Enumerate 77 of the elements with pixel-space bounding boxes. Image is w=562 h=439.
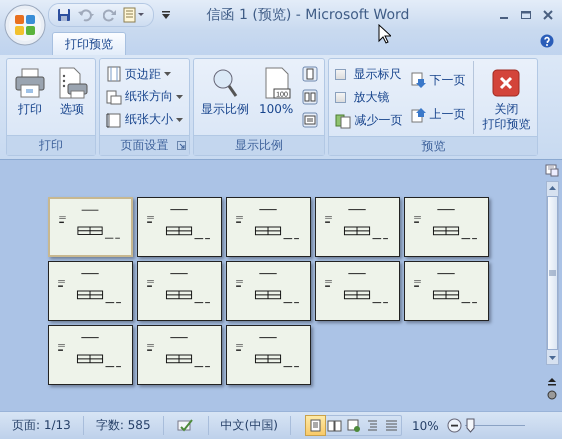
save-icon[interactable] [57, 8, 71, 22]
one-page-icon [302, 66, 318, 82]
dropdown-caret-icon [164, 72, 171, 76]
page-thumbnail[interactable] [137, 197, 222, 257]
lines-icon [384, 418, 399, 433]
dropdown-caret-icon [176, 118, 183, 122]
two-pages-button[interactable] [300, 88, 320, 106]
group-label: 显示比例 [235, 137, 284, 154]
scroll-thumb[interactable] [546, 196, 558, 350]
ribbon-button[interactable]: 显示比例 [198, 61, 252, 133]
pages-icon [106, 88, 122, 105]
page-thumbnail[interactable] [315, 197, 400, 257]
group-label: 预览 [421, 138, 446, 154]
page-thumbnail[interactable] [48, 325, 133, 385]
zoom-out-button[interactable] [446, 418, 462, 433]
ribbon-button[interactable]: 纸张方向 [104, 87, 185, 106]
ribbon-button[interactable]: 下一页 [408, 70, 468, 90]
ribbon-button[interactable]: 减少一页 [333, 111, 404, 130]
one-page-button[interactable] [300, 65, 320, 84]
office-logo-button[interactable] [4, 4, 46, 46]
word-count[interactable]: 字数: 585 [84, 416, 164, 435]
page-thumbnail[interactable] [48, 261, 133, 321]
checkbox[interactable]: 放大镜 [333, 88, 404, 107]
grip-icon [548, 270, 556, 276]
page-down-arrow-icon [410, 72, 426, 88]
page-thumbnail[interactable] [137, 325, 222, 385]
previous-page-icon[interactable] [547, 377, 557, 387]
page-up-arrow-icon [410, 106, 426, 123]
shrink-page-icon [335, 112, 352, 128]
dropdown-caret-icon [176, 94, 183, 99]
scrollbar[interactable] [546, 181, 558, 365]
checkbox-box[interactable] [335, 69, 346, 80]
page-thumbnail[interactable] [137, 261, 222, 321]
page-globe-icon [346, 418, 361, 433]
page-thumbnail[interactable] [315, 261, 400, 321]
ribbon-button[interactable]: 纸张大小 [104, 110, 185, 130]
checkbox[interactable]: 显示标尺 [333, 65, 404, 84]
page-thumbnail[interactable] [226, 325, 311, 385]
view-button[interactable] [306, 416, 325, 435]
zoom-level[interactable]: 10% [402, 418, 447, 432]
ribbon-button[interactable]: 选项 [53, 61, 91, 133]
page-count[interactable]: 页面: 1/13 [0, 416, 84, 435]
zoom-slider-thumb[interactable] [466, 418, 476, 433]
page-thumbnail[interactable] [226, 197, 311, 257]
open-book-icon [326, 418, 342, 433]
page-margins-icon [106, 66, 122, 82]
help-icon[interactable] [540, 34, 554, 48]
customize-caret-icon[interactable] [160, 9, 172, 21]
page-thumbnail[interactable] [404, 261, 489, 321]
checkbox-box[interactable] [335, 92, 346, 103]
ribbon-button[interactable]: 关闭 打印预览 [473, 61, 534, 134]
page-thumbnail[interactable] [226, 261, 311, 321]
ribbon-button[interactable]: 打印 [11, 61, 49, 133]
printer-icon [14, 67, 46, 99]
group-label: 打印 [39, 137, 63, 154]
close-icon[interactable] [542, 9, 554, 21]
page-lines-icon [308, 418, 323, 433]
ruler-icon[interactable] [545, 163, 559, 177]
maximize-icon[interactable] [520, 9, 532, 21]
page-thumbnail[interactable] [48, 197, 133, 257]
group-label: 页面设置 [120, 137, 168, 154]
document-icon[interactable] [123, 7, 145, 23]
ribbon-button[interactable]: 页边距 [104, 64, 185, 84]
mouse-cursor-icon [378, 24, 391, 44]
window-title: 信函 1 (预览) - Microsoft Word [206, 6, 410, 24]
ribbon-button[interactable]: 上一页 [408, 105, 468, 124]
zoom-slider[interactable] [464, 416, 525, 435]
ribbon-tab[interactable]: 打印预览 [52, 32, 126, 55]
page-width-button[interactable] [300, 110, 320, 129]
page-size-icon [106, 112, 122, 128]
language-indicator[interactable]: 中文(中国) [208, 416, 291, 435]
page-thumbnail[interactable] [404, 197, 489, 257]
two-pages-icon [302, 88, 318, 105]
page-width-icon [302, 112, 318, 128]
dialog-launcher-icon[interactable] [177, 141, 186, 150]
close-icon [490, 67, 522, 99]
browse-object-icon[interactable] [547, 390, 557, 400]
